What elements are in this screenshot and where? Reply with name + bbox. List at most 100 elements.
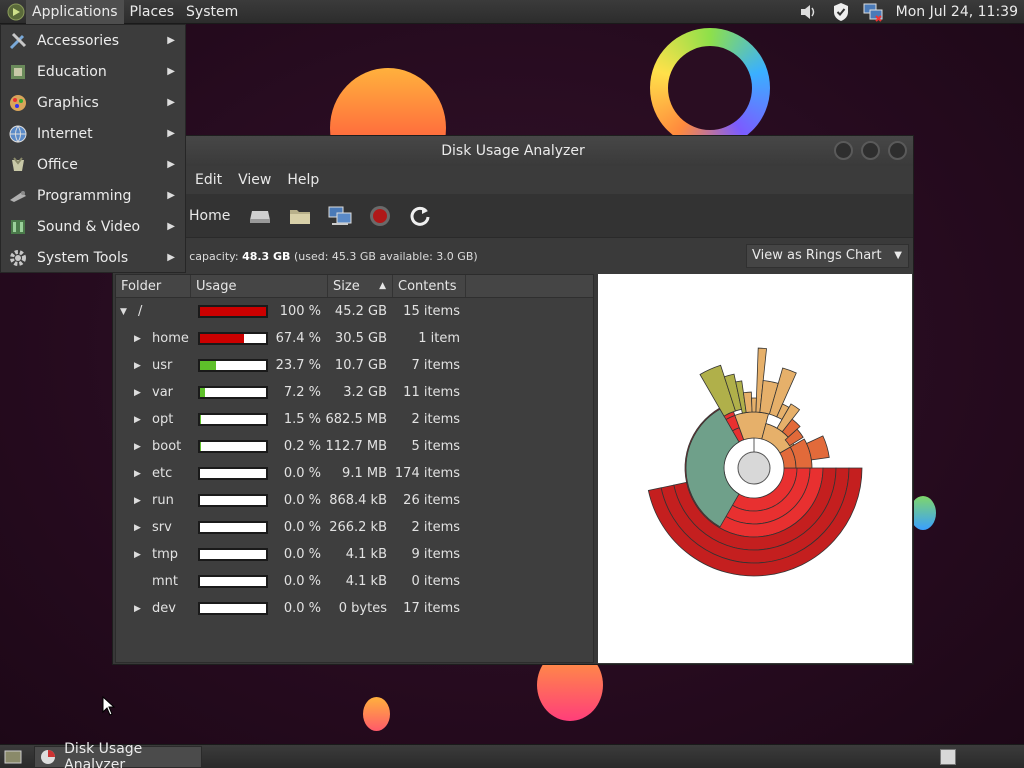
table-row[interactable]: ▶ home 67.4 % 30.5 GB 1 item	[116, 325, 593, 352]
workspace-switcher[interactable]	[940, 748, 956, 765]
usage-bar	[198, 440, 268, 453]
usage-bar	[198, 386, 268, 399]
stop-icon[interactable]	[367, 203, 393, 229]
close-button[interactable]	[888, 141, 907, 160]
usage-bar	[198, 332, 268, 345]
expander-open-icon[interactable]: ▼	[120, 307, 127, 317]
menu-item-education[interactable]: Education ▶	[1, 56, 185, 87]
distro-logo-icon[interactable]	[6, 2, 26, 22]
table-row[interactable]: ▶ tmp 0.0 % 4.1 kB 9 items	[116, 541, 593, 568]
expander-closed-icon[interactable]: ▶	[134, 604, 141, 614]
usage-percent: 100 %	[279, 304, 321, 319]
menu-item-label: Graphics	[37, 94, 99, 111]
menu-edit[interactable]: Edit	[187, 172, 230, 188]
expander-closed-icon[interactable]: ▶	[134, 442, 141, 452]
table-row[interactable]: ▶ run 0.0 % 868.4 kB 26 items	[116, 487, 593, 514]
folder-name: etc	[152, 466, 173, 481]
table-row[interactable]: ▶ var 7.2 % 3.2 GB 11 items	[116, 379, 593, 406]
table-row[interactable]: ▶ dev 0.0 % 0 bytes 17 items	[116, 595, 593, 622]
usage-percent: 0.0 %	[283, 466, 321, 481]
menu-item-label: Sound & Video	[37, 218, 141, 235]
tree-header: Folder Usage Size ▲ Contents	[116, 275, 593, 298]
expander-closed-icon[interactable]: ▶	[134, 469, 141, 479]
rings-chart[interactable]	[598, 274, 912, 663]
expander-closed-icon[interactable]: ▶	[134, 496, 141, 506]
expander-closed-icon[interactable]: ▶	[134, 361, 141, 371]
folder-size: 0 bytes	[338, 601, 387, 616]
folder-name: boot	[152, 439, 182, 454]
folder-contents: 15 items	[403, 304, 460, 319]
menu-item-sound-video[interactable]: Sound & Video ▶	[1, 211, 185, 242]
applications-menu[interactable]: Applications	[26, 0, 124, 24]
taskbar-button-disk-usage-analyzer[interactable]: Disk Usage Analyzer	[34, 741, 202, 768]
column-header-size[interactable]: Size ▲	[328, 275, 393, 297]
table-row[interactable]: ▶ etc 0.0 % 9.1 MB 174 items	[116, 460, 593, 487]
usage-percent: 1.5 %	[283, 412, 321, 427]
folder-name: /	[138, 304, 143, 319]
show-desktop-icon[interactable]	[2, 747, 24, 767]
table-row[interactable]: ▶ usr 23.7 % 10.7 GB 7 items	[116, 352, 593, 379]
menu-item-system-tools[interactable]: System Tools ▶	[1, 242, 185, 273]
column-header-usage[interactable]: Usage	[191, 275, 328, 297]
usage-bar	[198, 548, 268, 561]
table-row[interactable]: mnt 0.0 % 4.1 kB 0 items	[116, 568, 593, 595]
maximize-button[interactable]	[861, 141, 880, 160]
column-header-folder[interactable]: Folder	[116, 275, 191, 297]
usage-bar	[198, 305, 268, 318]
rings-chart-svg[interactable]	[598, 274, 912, 663]
submenu-arrow-icon: ▶	[167, 221, 175, 232]
column-header-contents[interactable]: Contents	[393, 275, 466, 297]
table-row[interactable]: ▶ boot 0.2 % 112.7 MB 5 items	[116, 433, 593, 460]
expander-closed-icon[interactable]: ▶	[134, 334, 141, 344]
menu-item-label: Accessories	[37, 32, 120, 49]
clock[interactable]: Mon Jul 24, 11:39	[896, 4, 1018, 20]
usage-bar	[198, 494, 268, 507]
chevron-down-icon: ▼	[894, 250, 902, 261]
expander-closed-icon[interactable]: ▶	[134, 550, 141, 560]
graphics-icon	[7, 92, 29, 114]
shield-icon[interactable]	[830, 1, 852, 23]
folder-contents: 17 items	[403, 601, 460, 616]
window-title: Disk Usage Analyzer	[441, 143, 585, 159]
window-titlebar[interactable]: Disk Usage Analyzer	[113, 136, 913, 166]
submenu-arrow-icon: ▶	[167, 252, 175, 263]
menu-item-programming[interactable]: Programming ▶	[1, 180, 185, 211]
education-icon	[7, 61, 29, 83]
table-row[interactable]: ▼ / 100 % 45.2 GB 15 items	[116, 298, 593, 325]
sort-ascending-icon: ▲	[379, 281, 386, 291]
expander-closed-icon[interactable]: ▶	[134, 415, 141, 425]
expander-closed-icon[interactable]: ▶	[134, 523, 141, 533]
folder-size: 10.7 GB	[334, 358, 387, 373]
folder-icon[interactable]	[287, 203, 313, 229]
refresh-icon[interactable]	[407, 203, 433, 229]
network-icon[interactable]	[327, 203, 353, 229]
places-menu[interactable]: Places	[124, 0, 181, 24]
expander-closed-icon[interactable]: ▶	[134, 388, 141, 398]
system-menu[interactable]: System	[180, 0, 244, 24]
wallpaper-ring	[650, 28, 770, 148]
home-button[interactable]: Home	[189, 208, 230, 224]
usage-percent: 0.0 %	[283, 574, 321, 589]
menu-item-internet[interactable]: Internet ▶	[1, 118, 185, 149]
system-tools-icon	[7, 247, 29, 269]
minimize-button[interactable]	[834, 141, 853, 160]
menu-view[interactable]: View	[230, 172, 279, 188]
volume-icon[interactable]	[798, 1, 820, 23]
table-row[interactable]: ▶ opt 1.5 % 682.5 MB 2 items	[116, 406, 593, 433]
view-mode-select[interactable]: View as Rings Chart ▼	[746, 244, 909, 268]
menu-item-graphics[interactable]: Graphics ▶	[1, 87, 185, 118]
menu-help[interactable]: Help	[279, 172, 327, 188]
ring-center[interactable]	[737, 451, 771, 485]
programming-icon	[7, 185, 29, 207]
folder-contents: 26 items	[403, 493, 460, 508]
usage-percent: 0.0 %	[283, 601, 321, 616]
menu-item-office[interactable]: Office ▶	[1, 149, 185, 180]
network-icon[interactable]	[862, 1, 884, 23]
internet-icon	[7, 123, 29, 145]
table-row[interactable]: ▶ srv 0.0 % 266.2 kB 2 items	[116, 514, 593, 541]
drive-icon[interactable]	[247, 203, 273, 229]
submenu-arrow-icon: ▶	[167, 97, 175, 108]
wallpaper-blob	[363, 697, 390, 731]
toolbar: Home	[113, 194, 913, 238]
menu-item-accessories[interactable]: Accessories ▶	[1, 25, 185, 56]
